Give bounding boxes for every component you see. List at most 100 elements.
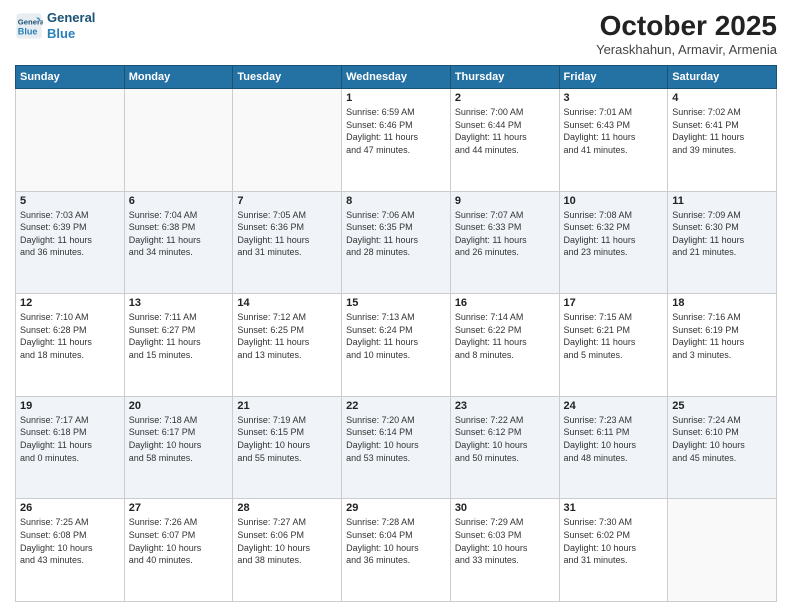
day-number: 4 [672,92,772,104]
title-section: October 2025 Yeraskhahun, Armavir, Armen… [596,10,777,57]
day-header-thursday: Thursday [450,66,559,89]
calendar-cell: 5 Sunrise: 7:03 AM Sunset: 6:39 PM Daylig… [16,191,125,294]
calendar-cell: 15 Sunrise: 7:13 AM Sunset: 6:24 PM Dayli… [342,294,451,397]
calendar-cell: 7 Sunrise: 7:05 AM Sunset: 6:36 PM Daylig… [233,191,342,294]
month-title: October 2025 [596,10,777,42]
header: General Blue General Blue October 2025 Y… [15,10,777,57]
logo-text-line2: Blue [47,26,95,42]
day-info: Sunrise: 6:59 AM Sunset: 6:46 PM Dayligh… [346,106,446,156]
page: General Blue General Blue October 2025 Y… [0,0,792,612]
calendar-cell: 25 Sunrise: 7:24 AM Sunset: 6:10 PM Dayli… [668,396,777,499]
day-header-friday: Friday [559,66,668,89]
calendar-cell: 27 Sunrise: 7:26 AM Sunset: 6:07 PM Dayli… [124,499,233,602]
day-info: Sunrise: 7:23 AM Sunset: 6:11 PM Dayligh… [564,414,664,464]
day-header-tuesday: Tuesday [233,66,342,89]
day-number: 24 [564,400,664,412]
calendar-cell: 14Sunrise: 7:12 AM Sunset: 6:25 PM Dayli… [233,294,342,397]
calendar-cell: 23Sunrise: 7:22 AM Sunset: 6:12 PM Dayli… [450,396,559,499]
day-info: Sunrise: 7:05 AM Sunset: 6:36 PM Dayligh… [237,209,337,259]
day-number: 20 [129,400,229,412]
calendar-cell: 4 Sunrise: 7:02 AM Sunset: 6:41 PM Daylig… [668,89,777,192]
calendar-cell: 24 Sunrise: 7:23 AM Sunset: 6:11 PM Dayli… [559,396,668,499]
day-header-monday: Monday [124,66,233,89]
calendar-cell: 11 Sunrise: 7:09 AM Sunset: 6:30 PM Dayli… [668,191,777,294]
day-info: Sunrise: 7:09 AM Sunset: 6:30 PM Dayligh… [672,209,772,259]
calendar-cell: 18Sunrise: 7:16 AM Sunset: 6:19 PM Dayli… [668,294,777,397]
day-info: Sunrise: 7:24 AM Sunset: 6:10 PM Dayligh… [672,414,772,464]
day-info: Sunrise: 7:28 AM Sunset: 6:04 PM Dayligh… [346,516,446,566]
week-row-3: 12 Sunrise: 7:10 AM Sunset: 6:28 PM Dayli… [16,294,777,397]
day-info: Sunrise: 7:00 AM Sunset: 6:44 PM Dayligh… [455,106,555,156]
calendar-cell: 26Sunrise: 7:25 AM Sunset: 6:08 PM Dayli… [16,499,125,602]
calendar-cell: 22 Sunrise: 7:20 AM Sunset: 6:14 PM Dayli… [342,396,451,499]
calendar-cell: 12 Sunrise: 7:10 AM Sunset: 6:28 PM Dayli… [16,294,125,397]
logo-icon: General Blue [15,12,43,40]
day-header-saturday: Saturday [668,66,777,89]
day-info: Sunrise: 7:04 AM Sunset: 6:38 PM Dayligh… [129,209,229,259]
calendar-cell: 16Sunrise: 7:14 AM Sunset: 6:22 PM Dayli… [450,294,559,397]
day-number: 25 [672,400,772,412]
day-info: Sunrise: 7:13 AM Sunset: 6:24 PM Dayligh… [346,311,446,361]
day-info: Sunrise: 7:10 AM Sunset: 6:28 PM Dayligh… [20,311,120,361]
subtitle: Yeraskhahun, Armavir, Armenia [596,42,777,57]
day-number: 31 [564,502,664,514]
day-info: Sunrise: 7:27 AM Sunset: 6:06 PM Dayligh… [237,516,337,566]
week-row-1: 1 Sunrise: 6:59 AM Sunset: 6:46 PM Daylig… [16,89,777,192]
calendar-cell: 21 Sunrise: 7:19 AM Sunset: 6:15 PM Dayli… [233,396,342,499]
calendar-cell: 3 Sunrise: 7:01 AM Sunset: 6:43 PM Daylig… [559,89,668,192]
day-number: 3 [564,92,664,104]
calendar-cell: 9Sunrise: 7:07 AM Sunset: 6:33 PM Daylig… [450,191,559,294]
logo-text-line1: General [47,10,95,26]
day-info: Sunrise: 7:03 AM Sunset: 6:39 PM Dayligh… [20,209,120,259]
day-info: Sunrise: 7:26 AM Sunset: 6:07 PM Dayligh… [129,516,229,566]
day-info: Sunrise: 7:20 AM Sunset: 6:14 PM Dayligh… [346,414,446,464]
day-header-sunday: Sunday [16,66,125,89]
day-number: 21 [237,400,337,412]
day-number: 1 [346,92,446,104]
calendar-cell: 29 Sunrise: 7:28 AM Sunset: 6:04 PM Dayli… [342,499,451,602]
day-number: 26 [20,502,120,514]
day-number: 27 [129,502,229,514]
day-info: Sunrise: 7:18 AM Sunset: 6:17 PM Dayligh… [129,414,229,464]
day-number: 7 [237,195,337,207]
day-info: Sunrise: 7:14 AM Sunset: 6:22 PM Dayligh… [455,311,555,361]
calendar-cell: 28 Sunrise: 7:27 AM Sunset: 6:06 PM Dayli… [233,499,342,602]
calendar-cell: 1 Sunrise: 6:59 AM Sunset: 6:46 PM Daylig… [342,89,451,192]
day-number: 22 [346,400,446,412]
day-info: Sunrise: 7:11 AM Sunset: 6:27 PM Dayligh… [129,311,229,361]
day-number: 5 [20,195,120,207]
calendar-table: SundayMondayTuesdayWednesdayThursdayFrid… [15,65,777,602]
day-info: Sunrise: 7:12 AM Sunset: 6:25 PM Dayligh… [237,311,337,361]
day-number: 12 [20,297,120,309]
calendar-cell [668,499,777,602]
day-info: Sunrise: 7:22 AM Sunset: 6:12 PM Dayligh… [455,414,555,464]
calendar-cell: 17Sunrise: 7:15 AM Sunset: 6:21 PM Dayli… [559,294,668,397]
day-number: 10 [564,195,664,207]
week-row-4: 19Sunrise: 7:17 AM Sunset: 6:18 PM Dayli… [16,396,777,499]
calendar-cell: 20 Sunrise: 7:18 AM Sunset: 6:17 PM Dayli… [124,396,233,499]
day-info: Sunrise: 7:01 AM Sunset: 6:43 PM Dayligh… [564,106,664,156]
day-info: Sunrise: 7:02 AM Sunset: 6:41 PM Dayligh… [672,106,772,156]
day-number: 30 [455,502,555,514]
calendar-cell: 31 Sunrise: 7:30 AM Sunset: 6:02 PM Dayli… [559,499,668,602]
day-number: 2 [455,92,555,104]
calendar-cell [233,89,342,192]
week-row-5: 26Sunrise: 7:25 AM Sunset: 6:08 PM Dayli… [16,499,777,602]
day-info: Sunrise: 7:19 AM Sunset: 6:15 PM Dayligh… [237,414,337,464]
day-number: 17 [564,297,664,309]
day-number: 9 [455,195,555,207]
header-row: SundayMondayTuesdayWednesdayThursdayFrid… [16,66,777,89]
calendar-cell [124,89,233,192]
day-info: Sunrise: 7:06 AM Sunset: 6:35 PM Dayligh… [346,209,446,259]
calendar-cell: 19Sunrise: 7:17 AM Sunset: 6:18 PM Dayli… [16,396,125,499]
day-number: 29 [346,502,446,514]
day-number: 11 [672,195,772,207]
day-number: 15 [346,297,446,309]
logo: General Blue General Blue [15,10,95,41]
day-number: 13 [129,297,229,309]
day-info: Sunrise: 7:30 AM Sunset: 6:02 PM Dayligh… [564,516,664,566]
day-info: Sunrise: 7:08 AM Sunset: 6:32 PM Dayligh… [564,209,664,259]
calendar-cell [16,89,125,192]
day-number: 28 [237,502,337,514]
day-info: Sunrise: 7:29 AM Sunset: 6:03 PM Dayligh… [455,516,555,566]
